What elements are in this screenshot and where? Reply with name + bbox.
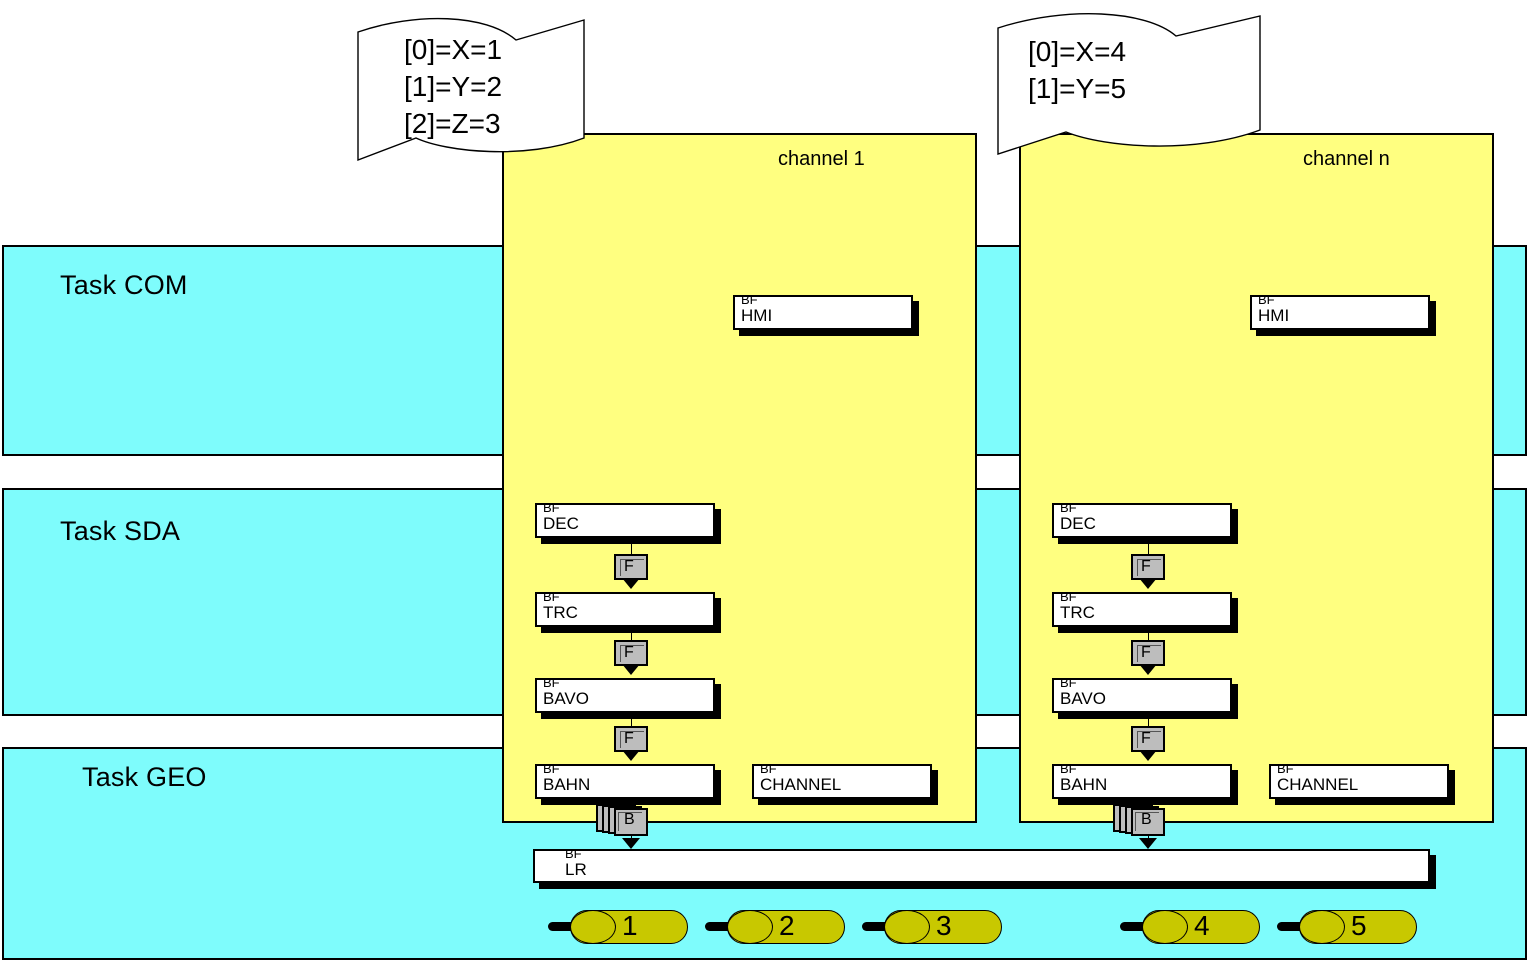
f-connector-trc-bavo-ch1[interactable]: F [614,640,648,666]
train-marker-1[interactable]: 1 [548,910,688,944]
arrow-icon [1139,838,1157,849]
marker-number: 5 [1351,910,1367,941]
bf-prefix-label: BF [543,589,560,604]
b-connector-bahn-lr-ch1[interactable]: B [596,804,648,838]
bf-name-label: TRC [543,603,578,622]
f-connector-label: F [624,558,634,575]
bf-prefix-label: BF [543,761,560,776]
train-marker-5[interactable]: 5 [1277,910,1417,944]
bf-name-label: DEC [1060,514,1096,533]
bf-block-channel-ch1[interactable]: BF CHANNEL [752,761,932,799]
channel-panel-1 [502,133,977,823]
marker-head [884,910,930,944]
channel-label-1: channel 1 [778,148,865,170]
b-connector-bahn-lr-chn[interactable]: B [1113,804,1165,838]
f-connector-bavo-bahn-chn[interactable]: F [1131,726,1165,752]
bf-block-bavo-ch1[interactable]: BF BAVO [535,675,715,713]
f-connector-label: F [624,644,634,661]
f-connector-label: F [1141,730,1151,747]
f-connector-dec-trc-chn[interactable]: F [1131,554,1165,580]
train-marker-2[interactable]: 2 [705,910,845,944]
frame-icon [1137,559,1138,576]
arrow-icon [1139,578,1157,589]
bf-prefix-label: BF [1060,589,1077,604]
frame-icon [1135,812,1136,831]
bf-name-label: CHANNEL [760,775,842,794]
note-callout-1: [0]=X=1 [1]=Y=2 [2]=Z=3 [356,10,586,162]
bf-block-channel-chn[interactable]: BF CHANNEL [1269,761,1449,799]
frame-icon [620,645,621,662]
bf-block-lr[interactable]: BF LR [533,846,1430,883]
bf-name-label: BAHN [1060,775,1108,794]
f-connector-dec-trc-ch1[interactable]: F [614,554,648,580]
note-text-1: [0]=X=1 [1]=Y=2 [2]=Z=3 [404,34,503,139]
channel-panel-n [1019,133,1494,823]
b-connector-label: B [1141,811,1152,828]
task-label-com: Task COM [60,270,188,300]
b-connector-label: B [624,811,635,828]
bf-name-label: LR [565,860,587,879]
arrow-icon [622,750,640,761]
marker-head [570,910,616,944]
bf-name-label: BAVO [1060,689,1106,708]
marker-head [1142,910,1188,944]
bf-name-label: BAHN [543,775,591,794]
channel-label-n: channel n [1303,148,1390,170]
note-text-n: [0]=X=4 [1]=Y=5 [1028,36,1127,104]
bf-prefix-label: BF [543,675,560,690]
bf-name-label: HMI [1258,306,1290,325]
marker-number: 1 [622,910,638,941]
bf-name-label: HMI [741,306,773,325]
arrow-icon [622,664,640,675]
bf-name-label: TRC [1060,603,1095,622]
marker-number: 2 [779,910,795,941]
f-connector-label: F [624,730,634,747]
bf-prefix-label: BF [1277,761,1294,776]
bf-prefix-label: BF [760,761,777,776]
bf-block-dec-ch1[interactable]: BF DEC [535,500,715,538]
bf-prefix-label: BF [741,292,758,307]
bf-name-label: DEC [543,514,579,533]
bf-block-bahn-ch1[interactable]: BF BAHN [535,761,715,799]
task-label-sda: Task SDA [60,516,181,546]
marker-head [727,910,773,944]
frame-icon [618,812,619,831]
arrow-icon [1139,664,1157,675]
bf-block-hmi-ch1[interactable]: BF HMI [733,292,913,330]
marker-head [1299,910,1345,944]
bf-prefix-label: BF [1060,675,1077,690]
f-connector-label: F [1141,558,1151,575]
bf-block-bahn-chn[interactable]: BF BAHN [1052,761,1232,799]
f-connector-trc-bavo-chn[interactable]: F [1131,640,1165,666]
bf-block-trc-chn[interactable]: BF TRC [1052,589,1232,627]
train-marker-3[interactable]: 3 [862,910,1002,944]
marker-number: 4 [1194,910,1210,941]
task-label-geo: Task GEO [82,762,207,792]
bf-block-hmi-chn[interactable]: BF HMI [1250,292,1430,330]
bf-block-dec-chn[interactable]: BF DEC [1052,500,1232,538]
frame-icon [1137,645,1138,662]
arrow-icon [1139,750,1157,761]
f-connector-label: F [1141,644,1151,661]
arrow-icon [622,838,640,849]
bf-name-label: BAVO [543,689,589,708]
diagram-canvas: Task COM Task SDA Task GEO channel 1 cha… [0,0,1535,974]
frame-icon [620,731,621,748]
bf-block-trc-ch1[interactable]: BF TRC [535,589,715,627]
frame-icon [620,559,621,576]
bf-prefix-label: BF [543,500,560,515]
bf-prefix-label: BF [1060,761,1077,776]
note-callout-n: [0]=X=4 [1]=Y=5 [996,4,1262,156]
arrow-icon [622,578,640,589]
f-connector-bavo-bahn-ch1[interactable]: F [614,726,648,752]
marker-number: 3 [936,910,952,941]
bf-block-bavo-chn[interactable]: BF BAVO [1052,675,1232,713]
frame-icon [1137,731,1138,748]
bf-prefix-label: BF [565,846,582,861]
train-marker-4[interactable]: 4 [1120,910,1260,944]
bf-prefix-label: BF [1258,292,1275,307]
bf-prefix-label: BF [1060,500,1077,515]
bf-name-label: CHANNEL [1277,775,1359,794]
